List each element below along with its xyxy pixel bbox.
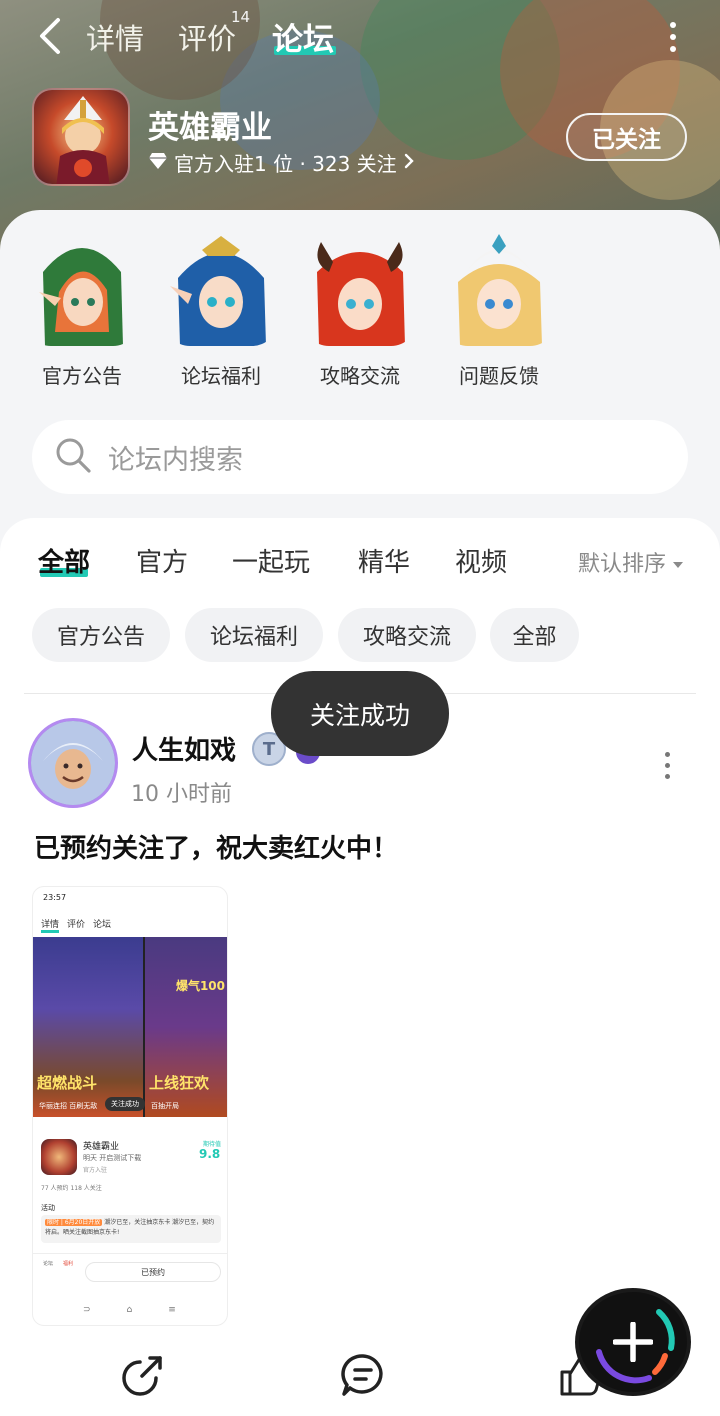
thumb-sub-right: 百抽开局 (151, 1102, 179, 1110)
post-image-thumbnail[interactable]: 23:57 详情 评价 论坛 超燃战斗 华丽连招 百刷无敌 爆气100 上线狂欢… (32, 886, 228, 1326)
category-label: 论坛福利 (181, 364, 261, 388)
plus-icon (612, 1321, 654, 1363)
category-label: 问题反馈 (459, 364, 539, 388)
game-icon[interactable] (32, 88, 130, 186)
author-name[interactable]: 人生如戏 (132, 730, 236, 767)
feed-tab-video[interactable]: 视频 (455, 542, 507, 579)
category-strategy-exchange[interactable]: 攻略交流 (290, 232, 430, 389)
post-time: 10 小时前 (131, 782, 232, 807)
tab-forum-label: 论坛 (272, 22, 334, 58)
thumb-notice: 限时 | 6月20日开放 潮汐已至，关注抽京东卡 潮汐已至，契约将启。晒关注截图… (41, 1215, 221, 1243)
reviews-count: 14 (231, 8, 251, 26)
thumb-bar-welfare: 福利 (63, 1261, 74, 1267)
toast-message: 关注成功 (271, 671, 449, 756)
thumb-app-line: 明天 开启测试下载 (83, 1154, 142, 1162)
category-label: 攻略交流 (320, 364, 400, 388)
thumb-luck: 爆气100 (175, 979, 225, 993)
thumb-activity: 活动 (41, 1204, 55, 1212)
chip-all[interactable]: 全部 (490, 608, 579, 662)
category-feedback[interactable]: 问题反馈 (429, 232, 569, 389)
post-more-icon[interactable] (660, 752, 674, 782)
post-text[interactable]: 已预约关注了，祝大卖红火中！ (34, 828, 398, 865)
share-icon[interactable] (120, 1352, 166, 1398)
game-meta[interactable]: 官方入驻1 位 · 323 关注 (148, 148, 415, 177)
comment-icon[interactable] (340, 1352, 386, 1398)
game-meta-text: 官方入驻1 位 · 323 关注 (174, 152, 397, 176)
top-nav: 详情 评价 14 论坛 (0, 0, 720, 76)
feed-tab-official[interactable]: 官方 (136, 542, 188, 579)
feed-tab-play-together[interactable]: 一起玩 (232, 542, 310, 579)
category-forum-welfare[interactable]: 论坛福利 (151, 232, 291, 389)
chip-official-announcement[interactable]: 官方公告 (32, 608, 170, 662)
thumb-nav: 详情 评价 论坛 (41, 917, 111, 933)
game-name: 英雄霸业 (148, 110, 272, 146)
thumb-banner-left: 超燃战斗 华丽连招 百刷无敌 (33, 937, 143, 1117)
feed-tab-featured[interactable]: 精华 (358, 542, 410, 579)
more-icon[interactable] (666, 22, 680, 52)
thumb-bar-forum: 论坛 (43, 1261, 54, 1267)
thumb-app-name: 英雄霸业 (83, 1142, 120, 1152)
diamond-icon (148, 151, 168, 175)
thumb-banner-right: 爆气100 上线狂欢 百抽开局 (143, 937, 227, 1117)
caret-down-icon (672, 550, 684, 575)
search-icon (54, 436, 92, 478)
thumb-caption-right: 上线狂欢 (149, 1074, 210, 1092)
author-avatar[interactable] (28, 718, 118, 808)
thumb-score: 9.8 (199, 1147, 221, 1161)
thumb-banner: 超燃战斗 华丽连招 百刷无敌 爆气100 上线狂欢 百抽开局 (33, 937, 227, 1117)
create-post-button[interactable] (579, 1292, 687, 1392)
thumb-stats: 77 人预约 118 人关注 (41, 1185, 102, 1192)
thumb-app-official: 官方入驻 (83, 1167, 108, 1174)
category-label: 官方公告 (42, 364, 122, 388)
feed-tab-all[interactable]: 全部 (38, 542, 90, 579)
thumb-app-icon (41, 1139, 77, 1175)
follow-button[interactable]: 已关注 (566, 113, 687, 161)
thumb-back-icon: ⊃ (83, 1305, 91, 1315)
thumb-nav-item: 详情 (41, 917, 60, 933)
sort-dropdown[interactable]: 默认排序 (578, 546, 684, 578)
thumb-toast: 关注成功 (105, 1097, 145, 1111)
chip-strategy-exchange[interactable]: 攻略交流 (338, 608, 476, 662)
thumb-caption-left: 超燃战斗 (37, 1074, 98, 1092)
tab-forum[interactable]: 论坛 (272, 14, 334, 59)
thumb-bar-button: 已预约 (85, 1262, 221, 1282)
chip-forum-welfare[interactable]: 论坛福利 (185, 608, 323, 662)
thumb-nav-item: 论坛 (93, 920, 112, 930)
red-hair-portrait (303, 232, 417, 346)
tab-reviews[interactable]: 评价 (178, 16, 236, 58)
thumb-sub-left: 华丽连招 百刷无敌 (39, 1102, 98, 1110)
search-placeholder: 论坛内搜索 (108, 444, 243, 476)
thumb-menu-icon: ≡ (168, 1305, 176, 1315)
thumb-status-time: 23:57 (43, 893, 67, 902)
forum-search-input[interactable]: 论坛内搜索 (32, 420, 688, 494)
thumb-bottom-bar: 论坛 福利 已预约 (33, 1253, 227, 1293)
thumb-home-icon: ⌂ (126, 1305, 133, 1315)
category-row: 官方公告 论坛福利 攻略交流 问题反馈 (0, 232, 720, 392)
priestess-portrait (442, 232, 556, 346)
thumb-system-nav: ⊃ ⌂ ≡ (83, 1305, 176, 1315)
back-arrow-icon[interactable] (30, 12, 74, 60)
thumb-notice-tag: 限时 | 6月20日开放 (45, 1219, 103, 1226)
tab-details[interactable]: 详情 (86, 16, 144, 58)
category-official-announcement[interactable]: 官方公告 (12, 232, 152, 389)
blue-hair-portrait (164, 232, 278, 346)
chevron-right-icon (403, 151, 415, 175)
elf-archer-portrait (25, 232, 139, 346)
sort-label: 默认排序 (578, 552, 667, 577)
thumb-nav-item: 评价 (67, 920, 86, 930)
